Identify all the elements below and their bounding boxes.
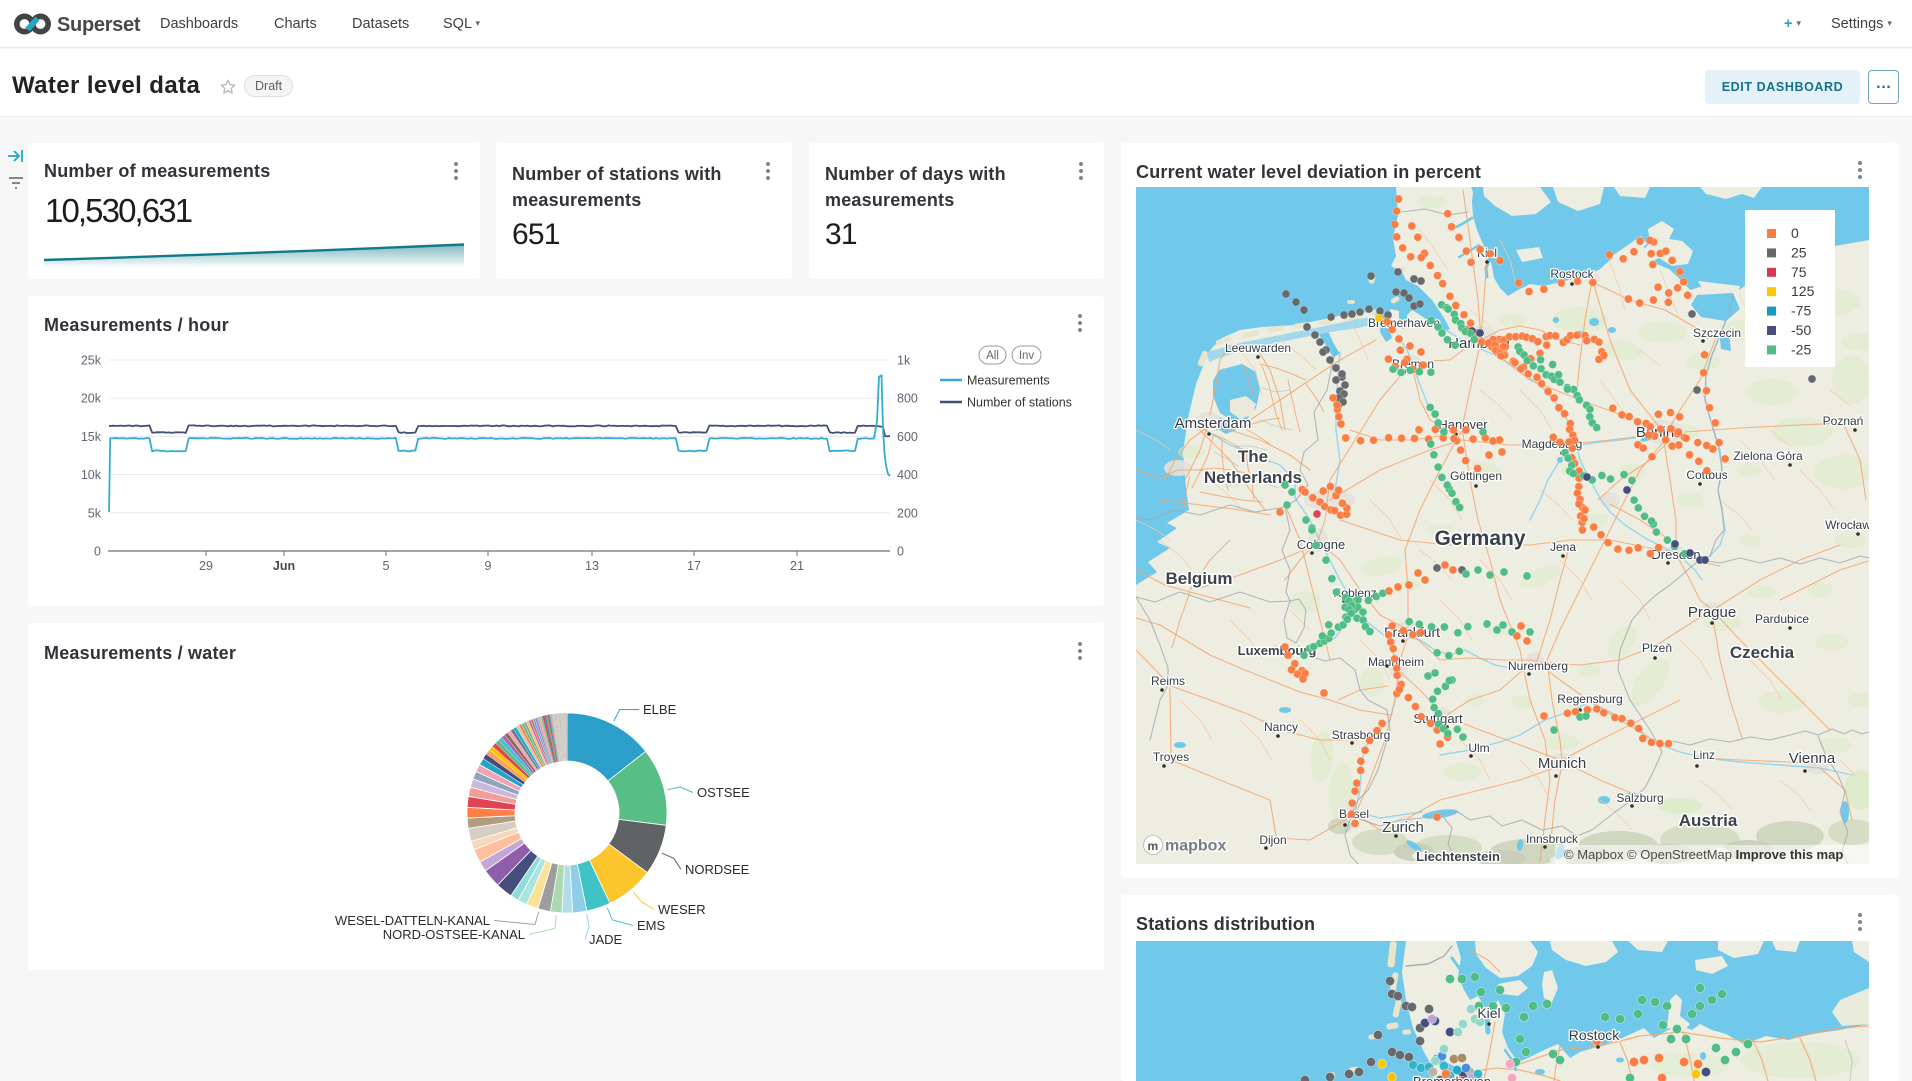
svg-text:1k: 1k — [897, 354, 911, 368]
svg-text:OSTSEE: OSTSEE — [697, 785, 750, 800]
svg-text:75: 75 — [1791, 264, 1807, 280]
svg-text:-25: -25 — [1791, 341, 1811, 357]
svg-text:Reims: Reims — [1151, 674, 1185, 688]
svg-text:17: 17 — [687, 559, 701, 573]
svg-text:25k: 25k — [81, 354, 102, 368]
svg-text:WESER: WESER — [658, 902, 706, 917]
svg-text:Strasbourg: Strasbourg — [1332, 728, 1391, 742]
svg-text:Jena: Jena — [1550, 540, 1576, 554]
svg-text:Austria: Austria — [1679, 811, 1738, 830]
svg-text:Measurements: Measurements — [967, 374, 1050, 388]
svg-text:Nuremberg: Nuremberg — [1508, 659, 1568, 673]
svg-text:Pardubice: Pardubice — [1755, 612, 1809, 626]
svg-text:Rostock: Rostock — [1569, 1027, 1621, 1043]
svg-text:5k: 5k — [88, 506, 102, 520]
svg-text:Amsterdam: Amsterdam — [1175, 415, 1252, 432]
svg-text:800: 800 — [897, 392, 918, 406]
svg-text:© Mapbox © OpenStreetMap Impro: © Mapbox © OpenStreetMap Improve this ma… — [1564, 847, 1843, 862]
svg-text:Regensburg: Regensburg — [1557, 692, 1622, 706]
svg-text:mapbox: mapbox — [1165, 838, 1226, 855]
svg-text:The: The — [1238, 447, 1268, 466]
svg-text:ELBE: ELBE — [643, 702, 677, 717]
svg-text:Leeuwarden: Leeuwarden — [1225, 341, 1291, 355]
svg-text:0: 0 — [897, 545, 904, 559]
svg-text:-75: -75 — [1791, 303, 1811, 319]
svg-text:Number of stations: Number of stations — [967, 396, 1072, 410]
svg-text:Linz: Linz — [1693, 748, 1715, 762]
svg-text:Plzeň: Plzeň — [1642, 641, 1672, 655]
svg-text:125: 125 — [1791, 283, 1815, 299]
svg-text:Rostock: Rostock — [1550, 267, 1594, 281]
svg-text:Bremerhaven: Bremerhaven — [1413, 1074, 1491, 1081]
svg-text:20k: 20k — [81, 392, 102, 406]
svg-text:25: 25 — [1791, 244, 1807, 260]
svg-text:200: 200 — [897, 506, 918, 520]
svg-text:NORD-OSTSEE-KANAL: NORD-OSTSEE-KANAL — [383, 927, 525, 942]
svg-text:Vienna: Vienna — [1789, 750, 1836, 767]
svg-text:Zielona Góra: Zielona Góra — [1733, 449, 1803, 463]
svg-text:Jun: Jun — [273, 559, 295, 573]
svg-text:Wrocław: Wrocław — [1825, 518, 1869, 532]
svg-text:0: 0 — [94, 545, 101, 559]
svg-text:Troyes: Troyes — [1153, 750, 1189, 764]
svg-text:Czechia: Czechia — [1730, 643, 1795, 662]
svg-text:0: 0 — [1791, 225, 1799, 241]
svg-text:Cologne: Cologne — [1297, 537, 1345, 552]
svg-text:Poznań: Poznań — [1823, 414, 1864, 428]
svg-text:WESEL-DATTELN-KANAL: WESEL-DATTELN-KANAL — [335, 913, 490, 928]
svg-text:Germany: Germany — [1434, 527, 1525, 550]
svg-text:All: All — [986, 350, 999, 362]
svg-text:400: 400 — [897, 468, 918, 482]
svg-text:JADE: JADE — [589, 932, 623, 947]
svg-text:Superset: Superset — [57, 14, 141, 36]
svg-text:Salzburg: Salzburg — [1616, 791, 1663, 805]
svg-text:21: 21 — [790, 559, 804, 573]
svg-text:Szczecin: Szczecin — [1693, 326, 1741, 340]
svg-text:Inv: Inv — [1019, 350, 1035, 362]
svg-text:Kiel: Kiel — [1477, 1005, 1500, 1021]
svg-text:Munich: Munich — [1538, 755, 1586, 772]
svg-text:-50: -50 — [1791, 322, 1811, 338]
svg-text:Nancy: Nancy — [1264, 720, 1298, 734]
svg-text:m: m — [1148, 839, 1159, 853]
svg-text:600: 600 — [897, 430, 918, 444]
svg-text:Belgium: Belgium — [1165, 569, 1232, 588]
svg-text:Dijon: Dijon — [1259, 833, 1286, 847]
svg-text:29: 29 — [199, 559, 213, 573]
svg-text:Prague: Prague — [1688, 604, 1736, 621]
svg-text:Ulm: Ulm — [1468, 741, 1489, 755]
svg-text:NORDSEE: NORDSEE — [685, 862, 750, 877]
svg-text:10k: 10k — [81, 468, 102, 482]
svg-text:EMS: EMS — [637, 918, 666, 933]
svg-text:5: 5 — [383, 559, 390, 573]
svg-text:Zurich: Zurich — [1382, 819, 1424, 836]
svg-text:Innsbruck: Innsbruck — [1526, 832, 1579, 846]
svg-text:15k: 15k — [81, 430, 102, 444]
svg-text:13: 13 — [585, 559, 599, 573]
svg-text:Liechtenstein: Liechtenstein — [1416, 849, 1500, 864]
svg-text:9: 9 — [485, 559, 492, 573]
